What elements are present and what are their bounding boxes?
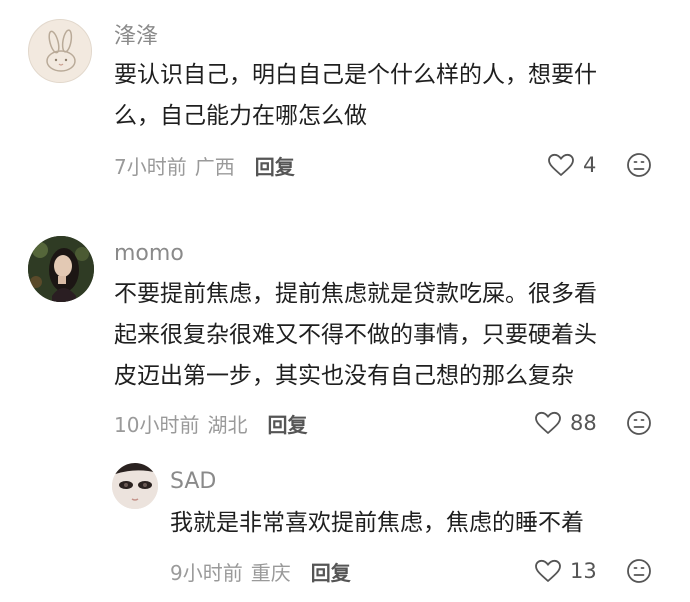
comment-text-line: 我就是非常喜欢提前焦虑，焦虑的睡不着 <box>170 510 584 536</box>
reply-button[interactable]: 回复 <box>311 557 351 586</box>
like-button[interactable]: 13 <box>534 556 597 586</box>
comment-meta: 9小时前 重庆 回复 <box>170 556 351 586</box>
comment-text: 我就是非常喜欢提前焦虑，焦虑的睡不着 <box>170 503 584 544</box>
location: 重庆 <box>250 560 291 585</box>
avatar[interactable] <box>112 463 158 509</box>
frown-face-icon[interactable] <box>626 558 652 584</box>
username[interactable]: SAD <box>170 468 216 496</box>
heart-outline-icon <box>535 559 561 582</box>
timestamp: 9小时前 <box>170 560 243 585</box>
reply-item: SAD 我就是非常喜欢提前焦虑，焦虑的睡不着 9小时前 重庆 回复 13 <box>0 0 690 602</box>
like-count: 13 <box>570 559 597 583</box>
face-closeup-avatar-icon <box>112 463 158 509</box>
